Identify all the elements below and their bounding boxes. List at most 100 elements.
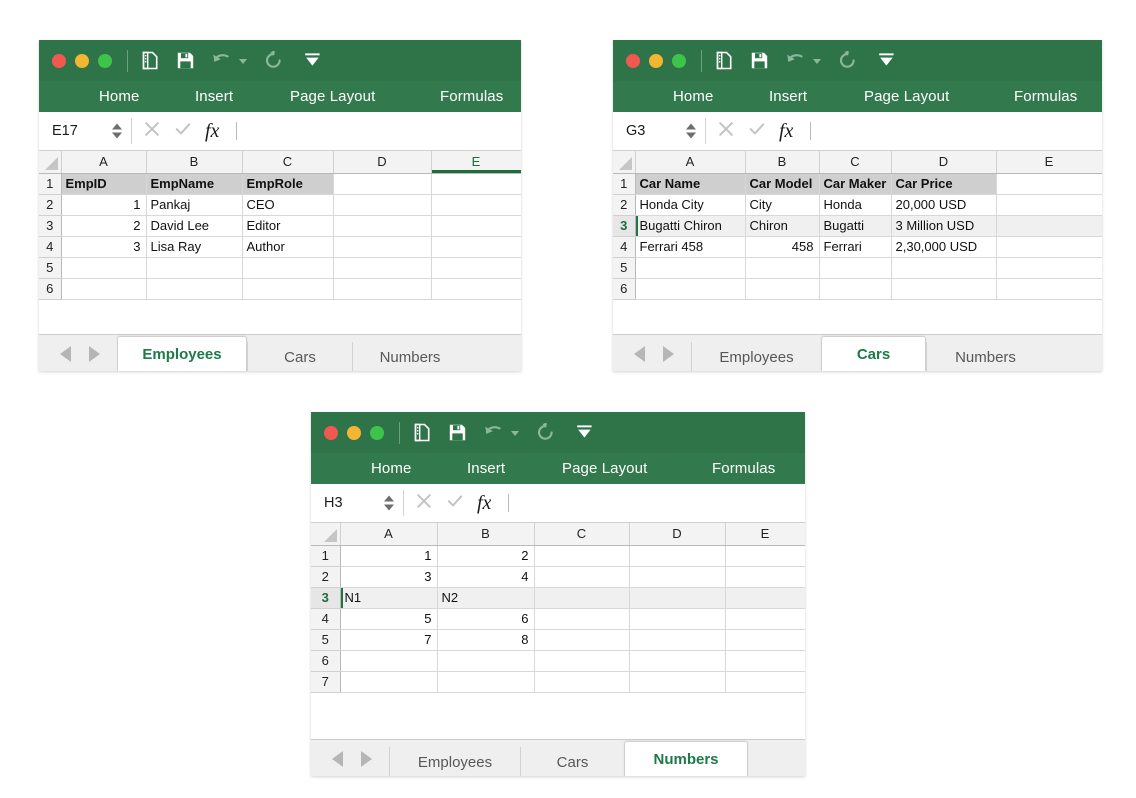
table-row[interactable]: 3 2 David Lee Editor [39, 215, 521, 237]
row-header-1[interactable]: 1 [39, 173, 62, 195]
row-header-3[interactable]: 3 [311, 587, 341, 609]
table-row[interactable]: 6 [613, 278, 1102, 300]
grid-cell-B4[interactable]: 458 [745, 236, 820, 258]
sheet-tab-cars[interactable]: Cars [520, 747, 624, 776]
grid-cell-D6[interactable] [629, 650, 726, 672]
row-header-1[interactable]: 1 [613, 173, 636, 195]
grid-cell-E5[interactable] [431, 257, 521, 279]
sheet-tab-cars[interactable]: Cars [247, 342, 352, 371]
grid-cell-B1[interactable]: 2 [437, 545, 535, 567]
grid-cell-D2[interactable] [333, 194, 432, 216]
grid-cell-B5[interactable] [745, 257, 820, 279]
grid-cell-D2[interactable]: 20,000 USD [891, 194, 997, 216]
grid-cell-A5[interactable] [61, 257, 147, 279]
grid-cell-A3[interactable]: N1 [340, 587, 438, 609]
grid-cell-E4[interactable] [725, 608, 805, 630]
new-document-icon[interactable] [715, 51, 734, 70]
column-header-a[interactable]: A [635, 151, 746, 174]
confirm-edit-icon[interactable] [748, 120, 766, 143]
grid-cell-C1[interactable]: Car Maker [819, 173, 892, 195]
grid-cell-B6[interactable] [745, 278, 820, 300]
grid-cell-D7[interactable] [629, 671, 726, 693]
previous-sheet-arrow-icon[interactable] [60, 345, 71, 362]
grid-cell-E1[interactable] [996, 173, 1102, 195]
row-header-3[interactable]: 3 [39, 215, 62, 237]
stepper-down-icon[interactable] [384, 504, 394, 511]
grid-cell-A2[interactable]: 1 [61, 194, 147, 216]
grid-cell-B2[interactable]: Pankaj [146, 194, 243, 216]
grid-cell-E6[interactable] [725, 650, 805, 672]
ribbon-tab-home[interactable]: Home [370, 460, 412, 477]
ribbon-tab-home[interactable]: Home [98, 88, 140, 105]
stepper-down-icon[interactable] [112, 132, 122, 139]
row-header-7[interactable]: 7 [311, 671, 341, 693]
insert-function-icon[interactable]: fx [779, 120, 795, 143]
stepper-up-icon[interactable] [384, 495, 394, 502]
formula-input[interactable] [248, 112, 521, 150]
sheet-tab-employees[interactable]: Employees [389, 747, 520, 776]
next-sheet-arrow-icon[interactable] [89, 345, 100, 362]
previous-sheet-arrow-icon[interactable] [332, 750, 343, 767]
grid-cell-D4[interactable]: 2,30,000 USD [891, 236, 997, 258]
sheet-tab-employees[interactable]: Employees [117, 336, 247, 371]
spreadsheet-grid[interactable]: A B C D E 1 Car Name Car Model Car Maker Car Pric… [613, 151, 1102, 334]
grid-cell-E1[interactable] [725, 545, 805, 567]
grid-cell-E5[interactable] [996, 257, 1102, 279]
grid-cell-A3[interactable]: Bugatti Chiron [635, 215, 746, 237]
grid-cell-B4[interactable]: Lisa Ray [146, 236, 243, 258]
column-header-a[interactable]: A [61, 151, 147, 174]
row-header-6[interactable]: 6 [613, 278, 636, 300]
grid-cell-D4[interactable] [333, 236, 432, 258]
table-row[interactable]: 1 Car Name Car Model Car Maker Car Price [613, 173, 1102, 195]
grid-cell-A6[interactable] [61, 278, 147, 300]
name-box[interactable]: H3 [311, 484, 403, 522]
grid-cell-A2[interactable]: 3 [340, 566, 438, 588]
grid-cell-C5[interactable] [534, 629, 630, 651]
grid-cell-D1[interactable] [629, 545, 726, 567]
column-header-b[interactable]: B [146, 151, 243, 174]
stepper-down-icon[interactable] [686, 132, 696, 139]
grid-cell-B6[interactable] [437, 650, 535, 672]
save-icon[interactable] [750, 51, 769, 70]
grid-cell-D3[interactable] [629, 587, 726, 609]
ribbon-tab-page-layout[interactable]: Page Layout [863, 88, 950, 105]
table-row[interactable]: 5 [613, 257, 1102, 279]
grid-cell-E4[interactable] [996, 236, 1102, 258]
grid-cell-C4[interactable] [534, 608, 630, 630]
grid-cell-E1[interactable] [431, 173, 521, 195]
grid-cell-B6[interactable] [146, 278, 243, 300]
column-header-d[interactable]: D [891, 151, 997, 174]
grid-cell-A6[interactable] [340, 650, 438, 672]
confirm-edit-icon[interactable] [174, 120, 192, 143]
grid-cell-E3[interactable] [431, 215, 521, 237]
name-box-stepper[interactable] [686, 123, 696, 139]
row-header-3[interactable]: 3 [613, 215, 636, 237]
grid-cell-E6[interactable] [996, 278, 1102, 300]
ribbon-tab-insert[interactable]: Insert [466, 460, 506, 477]
grid-cell-D6[interactable] [333, 278, 432, 300]
grid-cell-C1[interactable]: EmpRole [242, 173, 334, 195]
redo-icon[interactable] [838, 51, 857, 70]
table-row[interactable]: 4 3 Lisa Ray Author [39, 236, 521, 258]
cancel-edit-icon[interactable] [143, 120, 161, 143]
grid-cell-B1[interactable]: Car Model [745, 173, 820, 195]
previous-sheet-arrow-icon[interactable] [634, 345, 645, 362]
grid-cell-A4[interactable]: Ferrari 458 [635, 236, 746, 258]
table-row[interactable]: 4 Ferrari 458 458 Ferrari 2,30,000 USD [613, 236, 1102, 258]
grid-cell-C1[interactable] [534, 545, 630, 567]
grid-cell-C3[interactable]: Editor [242, 215, 334, 237]
grid-cell-D2[interactable] [629, 566, 726, 588]
undo-dropdown-icon[interactable] [510, 428, 520, 438]
row-header-5[interactable]: 5 [39, 257, 62, 279]
grid-cell-B4[interactable]: 6 [437, 608, 535, 630]
grid-cell-C7[interactable] [534, 671, 630, 693]
table-row[interactable]: 3 Bugatti Chiron Chiron Bugatti 3 Million US… [613, 215, 1102, 237]
row-header-2[interactable]: 2 [39, 194, 62, 216]
grid-cell-D1[interactable]: Car Price [891, 173, 997, 195]
maximize-window-button[interactable] [370, 425, 384, 440]
grid-cell-C5[interactable] [819, 257, 892, 279]
minimize-window-button[interactable] [347, 425, 361, 440]
grid-cell-C4[interactable]: Ferrari [819, 236, 892, 258]
save-icon[interactable] [448, 423, 467, 442]
column-header-c[interactable]: C [819, 151, 892, 174]
